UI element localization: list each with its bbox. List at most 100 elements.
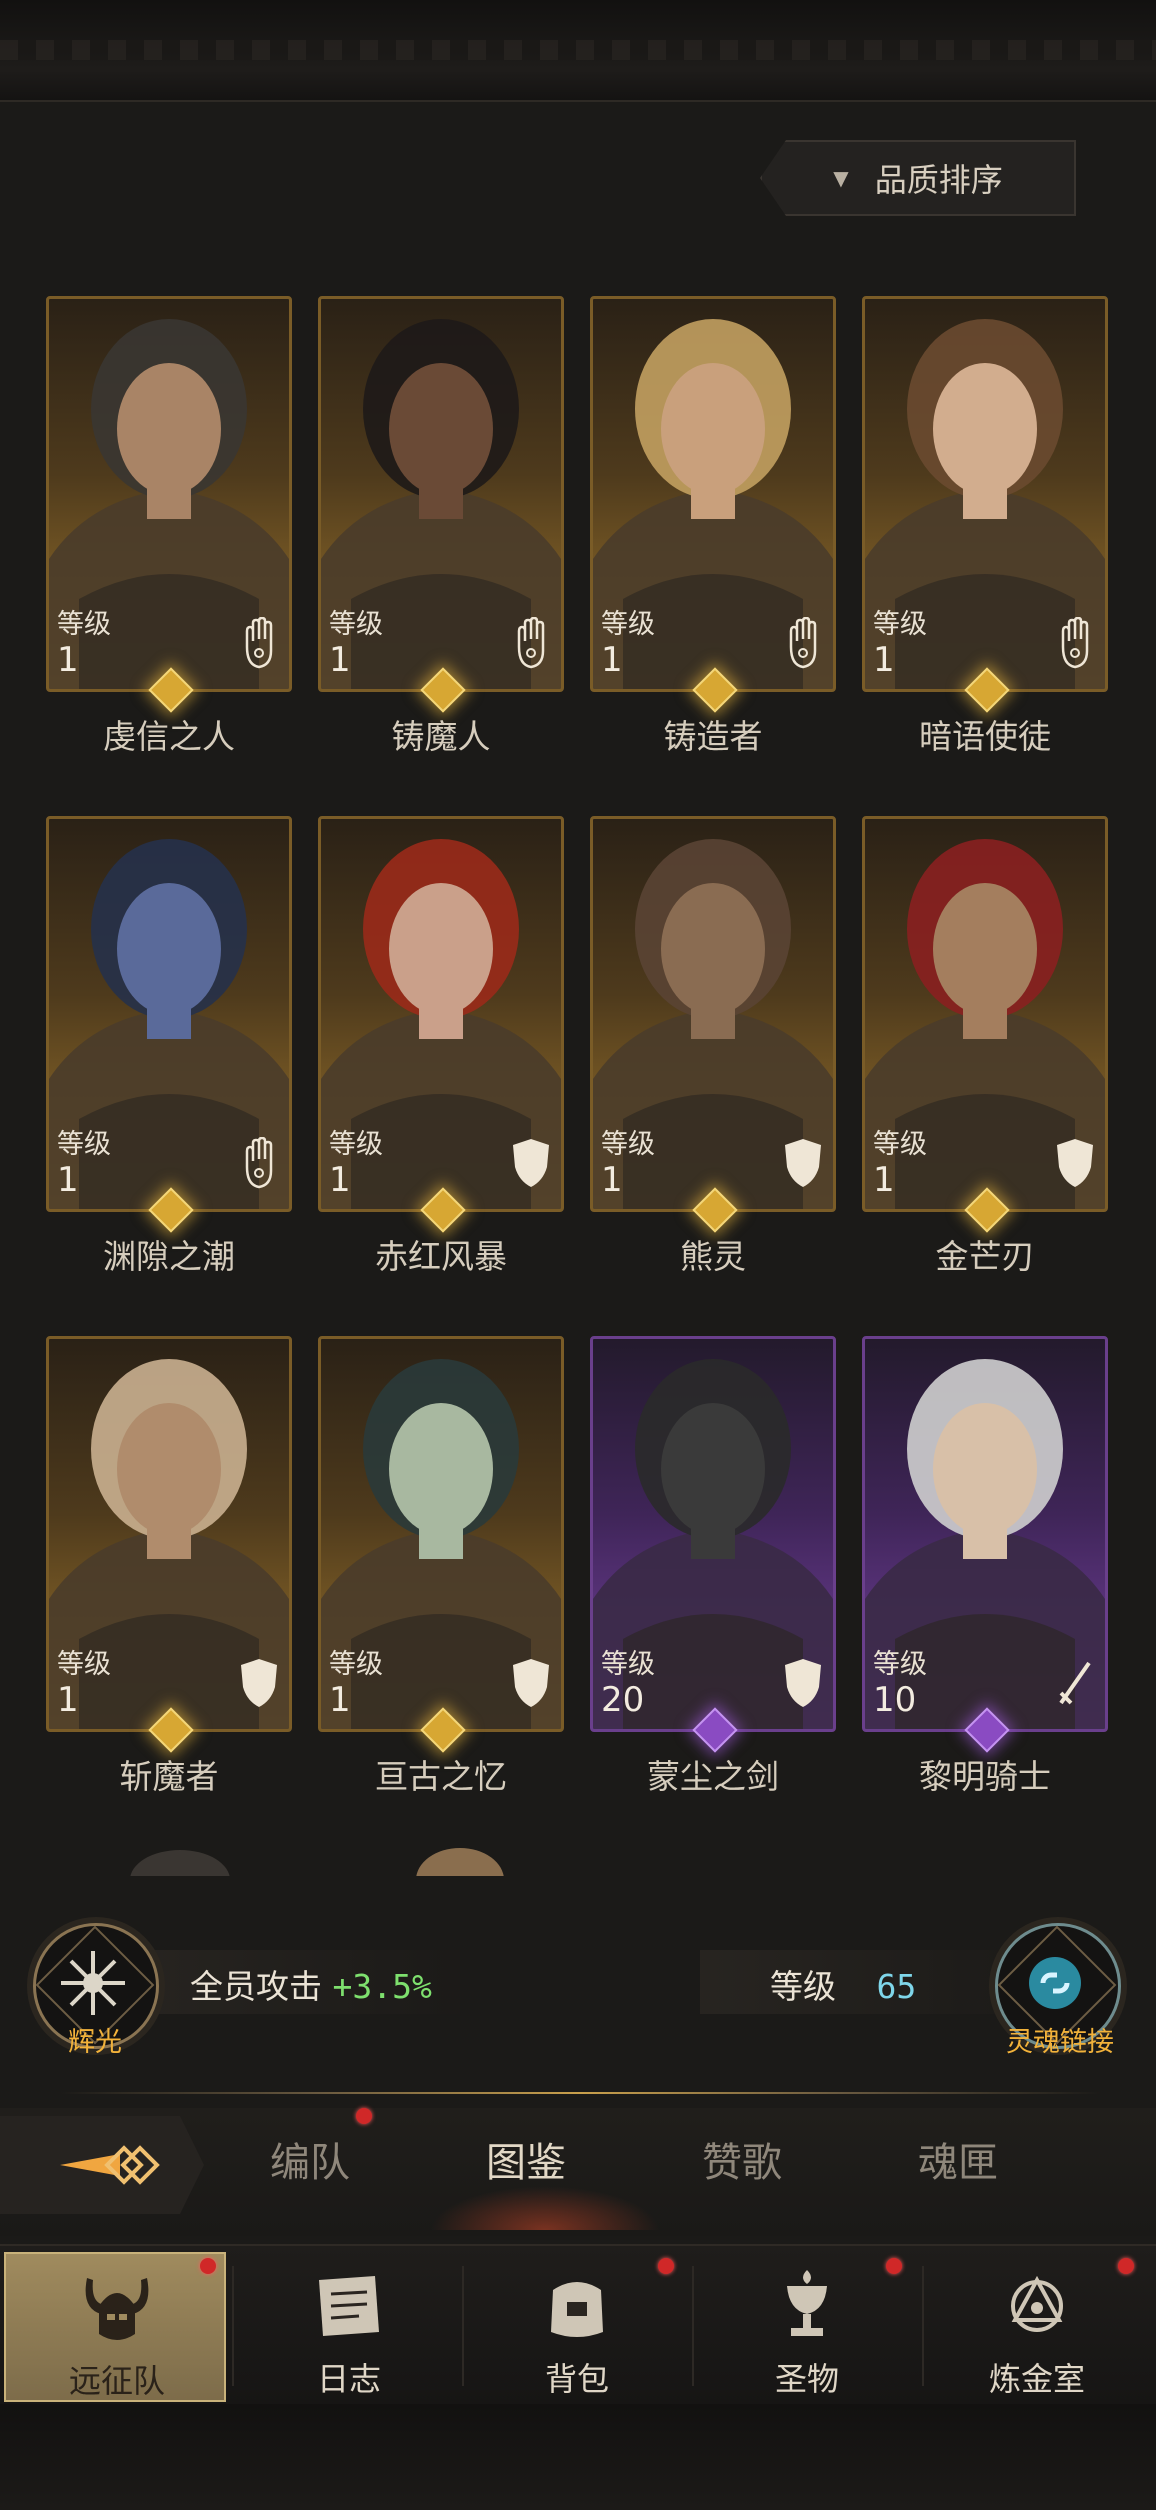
level-label: 等级	[601, 1129, 655, 1160]
hero-card[interactable]: 等级 20 蒙尘之剑	[590, 1336, 836, 1796]
back-button[interactable]	[0, 2116, 204, 2214]
hero-level: 等级 1	[329, 1649, 383, 1719]
nav-separator	[922, 2266, 924, 2386]
level-label: 等级	[601, 1649, 655, 1680]
hero-card[interactable]: 等级 1 亘古之忆	[318, 1336, 564, 1796]
tab-codex[interactable]: 图鉴	[486, 2130, 566, 2188]
hero-card[interactable]: 等级 1 虔信之人	[46, 296, 292, 756]
section-divider	[60, 2092, 1100, 2094]
hero-card-frame: 等级 1	[590, 296, 836, 692]
hero-card-frame: 等级 1	[318, 816, 564, 1212]
hand-icon	[245, 617, 273, 669]
level-number: 1	[601, 640, 623, 680]
nav-journal[interactable]: 日志	[238, 2252, 460, 2402]
chalice-icon	[787, 2270, 827, 2336]
level-label: 等级	[770, 1967, 836, 2006]
hero-level: 等级 1	[873, 609, 927, 679]
level-label: 等级	[329, 1129, 383, 1160]
hero-card-frame: 等级 1	[318, 296, 564, 692]
nav-backpack[interactable]: 背包	[466, 2252, 688, 2402]
hero-level: 等级 20	[601, 1649, 655, 1719]
chain-link-icon	[1029, 1957, 1081, 2009]
hero-card[interactable]: 等级 1 暗语使徒	[862, 296, 1108, 756]
hero-card[interactable]: 等级 10 黎明骑士	[862, 1336, 1108, 1796]
hero-card[interactable]: 等级 1 熊灵	[590, 816, 836, 1276]
bottom-nav: 远征队 日志 背包 圣物 炼金室	[0, 2244, 1156, 2406]
level-label: 等级	[329, 1649, 383, 1680]
hero-name: 铸造者	[663, 717, 763, 756]
level-label: 等级	[873, 1649, 927, 1680]
tab-soul-box[interactable]: 魂匣	[918, 2130, 998, 2188]
hero-card-frame: 等级 1	[862, 296, 1108, 692]
level-number: 1	[329, 640, 351, 680]
sort-button-label: 品质排序	[874, 161, 1003, 199]
partial-hero-card	[120, 1840, 240, 1910]
hero-card[interactable]: 等级 1 斩魔者	[46, 1336, 292, 1796]
alchemy-icon	[1011, 2275, 1063, 2332]
hero-card-frame: 等级 1	[318, 1336, 564, 1732]
shield-icon	[513, 1139, 549, 1187]
hero-card-frame: 等级 1	[46, 1336, 292, 1732]
shield-icon	[785, 1659, 821, 1707]
hero-card-frame: 等级 1	[862, 816, 1108, 1212]
hero-name: 暗语使徒	[919, 717, 1051, 756]
level-number: 1	[57, 1160, 79, 1200]
notification-badge	[200, 2258, 216, 2274]
hero-level: 等级 1	[57, 609, 111, 679]
hero-card[interactable]: 等级 1 金芒刃	[862, 816, 1108, 1276]
hero-level: 等级 1	[57, 1129, 111, 1199]
level-label: 等级	[57, 1129, 111, 1160]
nav-expedition[interactable]: 远征队	[4, 2252, 226, 2402]
hero-name: 虔信之人	[103, 717, 235, 756]
tab-hymn[interactable]: 赞歌	[702, 2130, 782, 2188]
top-banner	[0, 0, 1156, 102]
hero-name: 金芒刃	[935, 1237, 1035, 1276]
level-number: 1	[57, 640, 79, 680]
hero-level: 等级 10	[873, 1649, 927, 1719]
hero-name: 熊灵	[680, 1237, 746, 1276]
tab-formation[interactable]: 编队	[270, 2130, 350, 2188]
nav-separator	[232, 2266, 234, 2386]
sort-by-quality-button[interactable]: ▼ 品质排序	[760, 140, 1076, 216]
hero-card-frame: 等级 10	[862, 1336, 1108, 1732]
hero-name: 渊隙之潮	[103, 1237, 235, 1276]
hand-icon	[789, 617, 817, 669]
hero-level: 等级 1	[329, 1129, 383, 1199]
level-number: 1	[329, 1160, 351, 1200]
nav-label: 远征队	[68, 2362, 165, 2400]
hero-name: 斩魔者	[119, 1757, 219, 1796]
notification-badge	[356, 2108, 372, 2124]
horned-helmet-icon	[85, 2278, 149, 2340]
nav-separator	[462, 2266, 464, 2386]
team-attack-stat: 全员攻击 +3.5%	[190, 1960, 432, 2008]
hero-card[interactable]: 等级 1 赤红风暴	[318, 816, 564, 1276]
level-number: 1	[873, 640, 895, 680]
hero-level: 等级 1	[873, 1129, 927, 1199]
nav-relics[interactable]: 圣物	[696, 2252, 918, 2402]
sword-icon	[1059, 1661, 1091, 1705]
hero-name: 亘古之忆	[375, 1757, 507, 1796]
level-label: 等级	[873, 1129, 927, 1160]
hero-level: 等级 1	[329, 609, 383, 679]
hero-card[interactable]: 等级 1 铸魔人	[318, 296, 564, 756]
hero-card[interactable]: 等级 1 渊隙之潮	[46, 816, 292, 1276]
bottom-frame	[0, 2404, 1156, 2510]
hero-card-frame: 等级 1	[46, 816, 292, 1212]
hand-icon	[1061, 617, 1089, 669]
level-label: 等级	[601, 609, 655, 640]
attack-value: +3.5%	[332, 1967, 432, 2006]
soul-link-level: 等级 65	[770, 1960, 916, 2008]
hero-card[interactable]: 等级 1 铸造者	[590, 296, 836, 756]
hero-name: 赤红风暴	[375, 1237, 507, 1276]
level-number: 1	[57, 1680, 79, 1720]
back-arrow-icon	[60, 2145, 160, 2185]
level-value: 65	[876, 1967, 917, 2006]
hand-icon	[517, 617, 545, 669]
nav-alchemy-room[interactable]: 炼金室	[926, 2252, 1148, 2402]
shield-icon	[241, 1659, 277, 1707]
hero-name: 铸魔人	[391, 717, 491, 756]
bag-icon	[551, 2282, 603, 2337]
level-number: 10	[873, 1680, 917, 1720]
hero-card-frame: 等级 1	[590, 816, 836, 1212]
shield-icon	[1057, 1139, 1093, 1187]
